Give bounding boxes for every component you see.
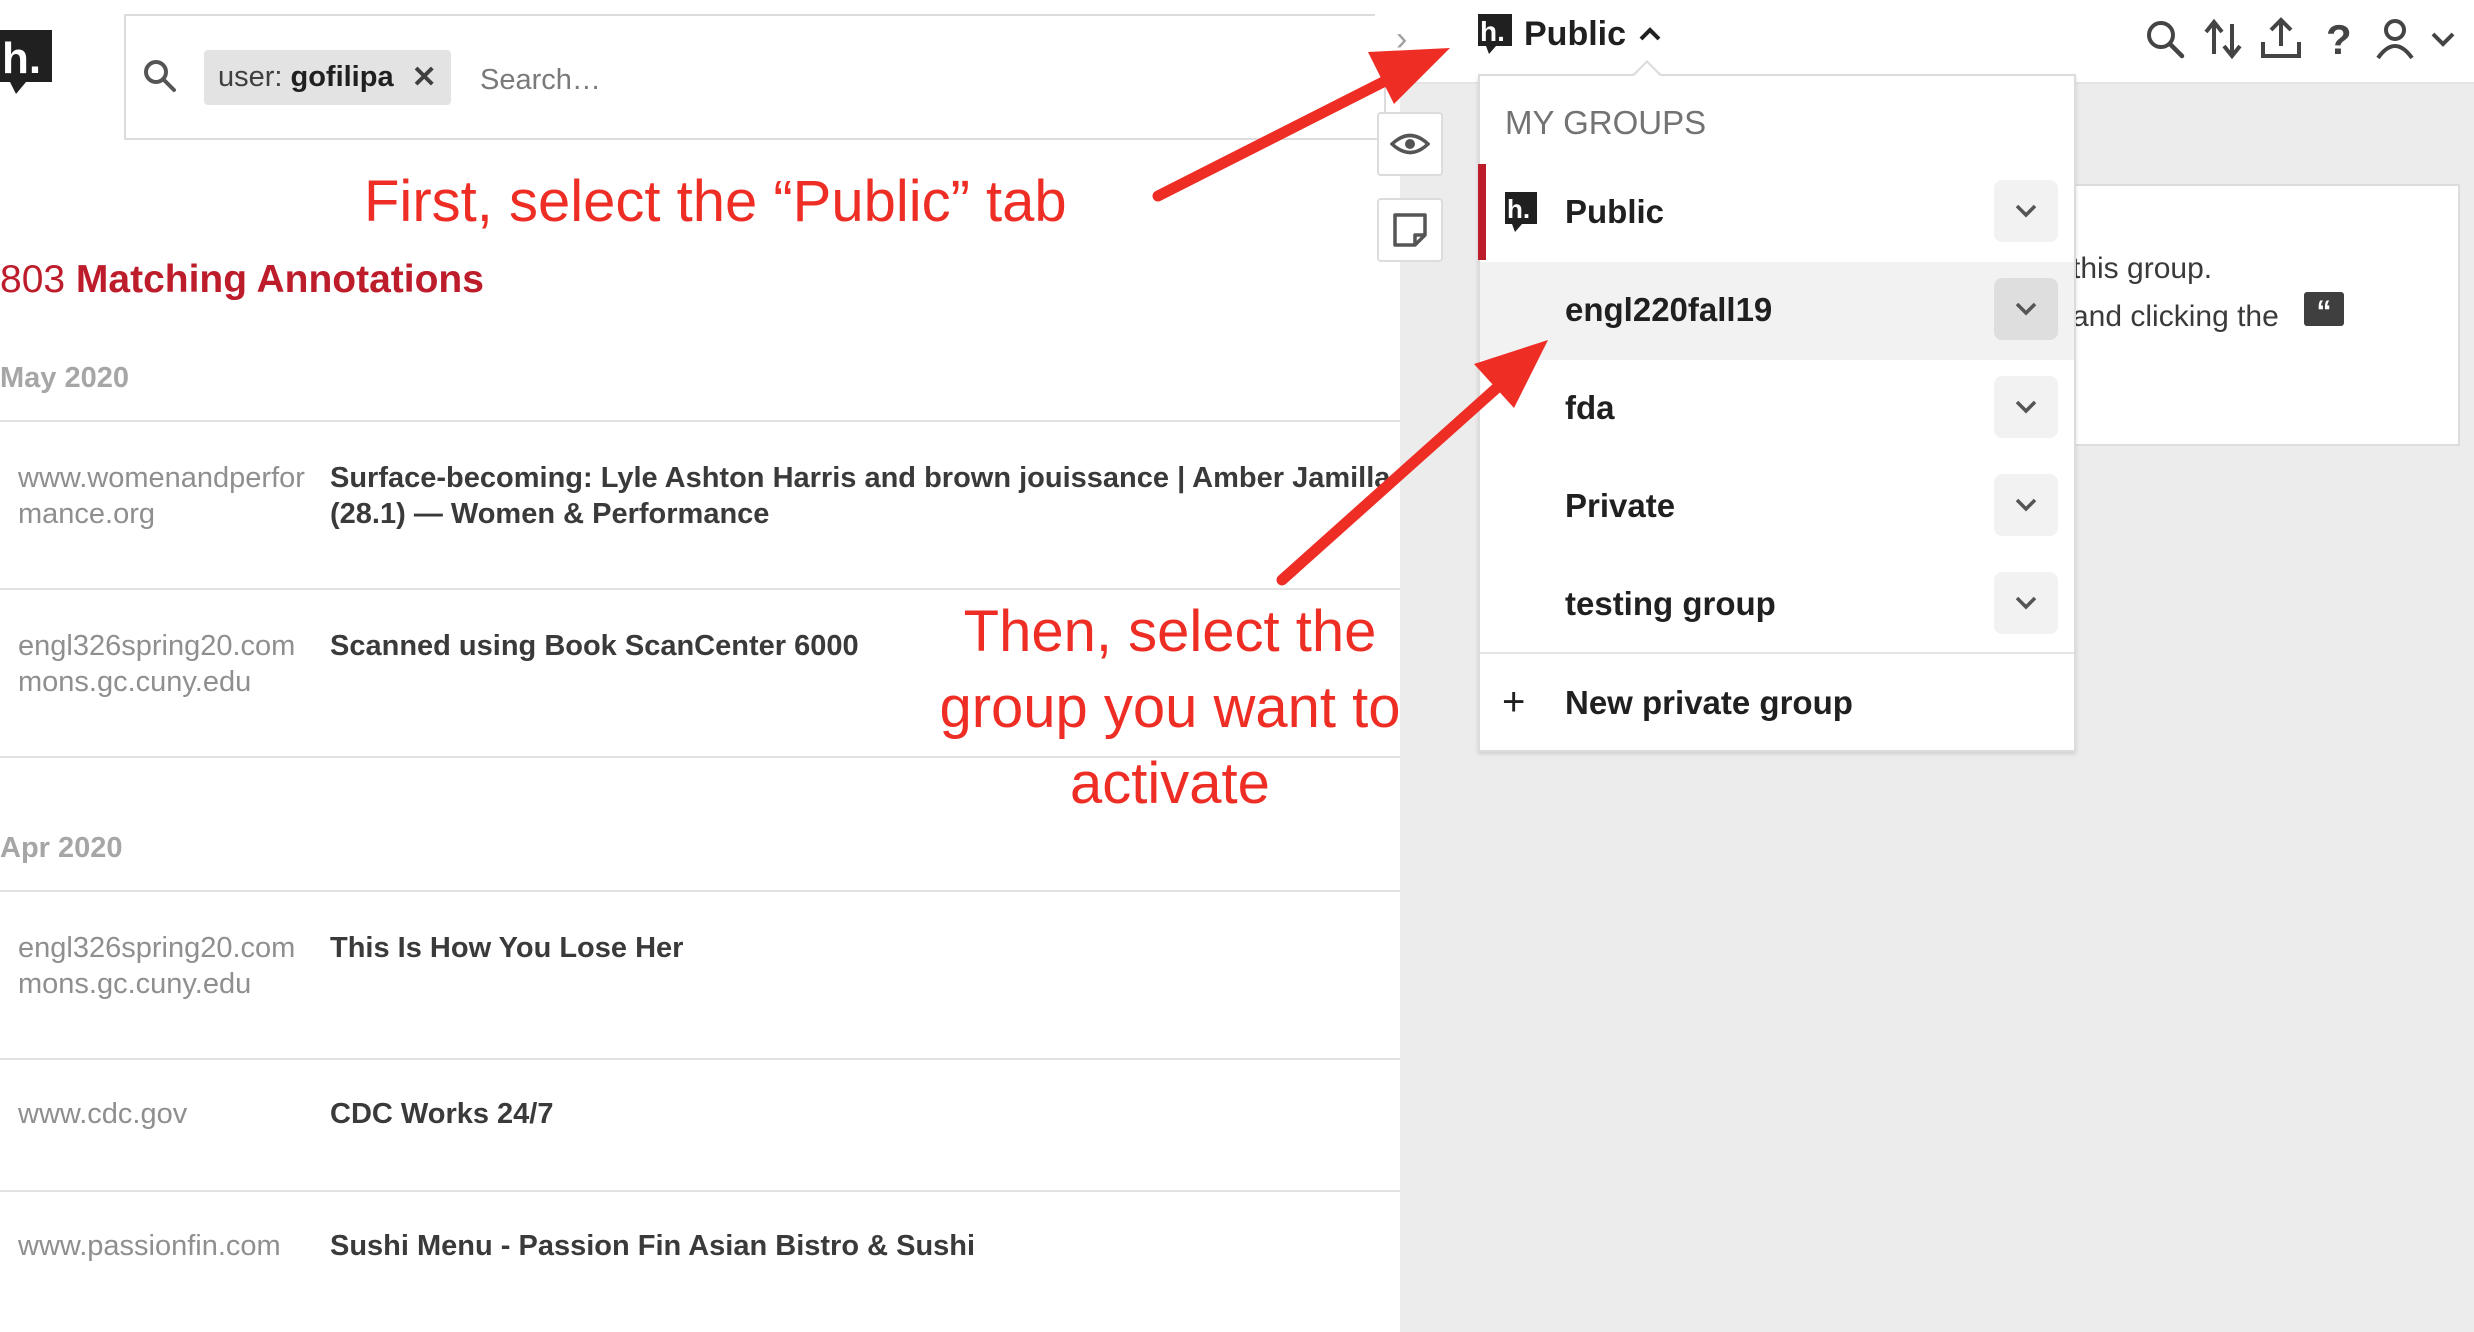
row-domain: www.womenandperformance.org [18, 462, 305, 530]
chevron-down-icon [2015, 204, 2037, 218]
note-icon [1393, 213, 1427, 247]
chevron-down-icon[interactable] [2426, 16, 2460, 62]
sort-icon[interactable] [2200, 16, 2246, 62]
groups-menu-button[interactable]: h. Public [1478, 14, 1664, 54]
card-text: and clicking the [2072, 300, 2279, 333]
hypothesis-logo: h. [0, 30, 52, 100]
hypothesis-group-icon: h. [1478, 14, 1512, 54]
row-domain: engl326spring20.commons.gc.cuny.edu [18, 932, 296, 1000]
row-domain: www.cdc.gov [18, 1098, 188, 1130]
chevron-right-icon[interactable]: › [1396, 20, 1407, 59]
group-label: engl220fall19 [1565, 291, 1773, 328]
row-domain: www.passionfin.com [18, 1230, 281, 1262]
chip-value: gofilipa [290, 61, 394, 93]
annotation-then-line: Then, select the [963, 599, 1377, 664]
chevron-down-icon [2015, 596, 2037, 610]
date-header: Apr 2020 [0, 832, 123, 864]
group-submenu-toggle[interactable] [1994, 180, 2058, 242]
svg-text:h.: h. [1507, 194, 1530, 224]
group-name: Public [1524, 14, 1627, 53]
row-title[interactable]: This Is How You Lose Her [330, 930, 1450, 966]
divider [0, 1058, 1455, 1060]
group-submenu-toggle[interactable] [1994, 376, 2058, 438]
date-header: May 2020 [0, 362, 129, 394]
divider [0, 588, 1455, 590]
row-domain: engl326spring20.commons.gc.cuny.edu [18, 630, 296, 698]
search-input[interactable] [478, 54, 1182, 106]
svg-text:?: ? [2326, 16, 2352, 62]
annotation-then-line: group you want to [939, 675, 1401, 740]
eye-icon [1390, 133, 1430, 155]
divider [0, 420, 1455, 422]
count-label: Matching Annotations [65, 258, 484, 301]
chip-prefix: user: [218, 61, 283, 93]
user-icon[interactable] [2372, 16, 2418, 62]
hypothesis-group-icon: h. [1505, 192, 1537, 237]
help-icon[interactable]: ? [2316, 16, 2362, 63]
search-icon[interactable] [2142, 16, 2188, 62]
search-icon[interactable] [140, 56, 180, 96]
plus-icon: + [1502, 680, 1526, 724]
group-label: fda [1565, 389, 1615, 426]
group-submenu-toggle[interactable] [1994, 474, 2058, 536]
svg-text:h.: h. [1480, 16, 1505, 47]
quote-icon: “ [2304, 292, 2344, 328]
chevron-down-icon [2015, 498, 2037, 512]
annotation-then: Then, select the group you want to activ… [900, 594, 1440, 822]
dropdown-heading: MY GROUPS [1505, 104, 1707, 141]
svg-text:h.: h. [2, 34, 41, 83]
row-title-cont[interactable]: (28.1) — Women & Performance [330, 496, 1450, 532]
chevron-down-icon [2015, 302, 2037, 316]
row-title[interactable]: CDC Works 24/7 [330, 1096, 1450, 1132]
annotation-then-line: activate [1070, 751, 1270, 816]
chevron-up-icon [1639, 27, 1661, 41]
count-number: 803 [0, 258, 66, 301]
results-count: 803 Matching Annotations [0, 258, 484, 302]
group-label: testing group [1565, 585, 1776, 622]
card-text: this group. [2072, 252, 2213, 285]
share-icon[interactable] [2258, 16, 2304, 62]
chevron-down-icon [2015, 400, 2037, 414]
annotation-first: First, select the “Public” tab [364, 169, 1067, 234]
divider [0, 890, 1455, 892]
group-label: Private [1565, 487, 1676, 524]
user-filter-chip: user: gofilipa ✕ [204, 50, 451, 105]
group-submenu-toggle[interactable] [1994, 572, 2058, 634]
row-title[interactable]: Sushi Menu - Passion Fin Asian Bistro & … [330, 1228, 1450, 1264]
new-private-group-link[interactable]: New private group [1565, 684, 1853, 722]
row-title[interactable]: Surface-becoming: Lyle Ashton Harris and… [330, 460, 1450, 496]
close-icon[interactable]: ✕ [412, 60, 437, 95]
group-label: Public [1565, 193, 1665, 230]
toggle-highlights-button[interactable] [1377, 112, 1443, 176]
new-page-note-button[interactable] [1377, 198, 1443, 262]
divider [0, 1190, 1455, 1192]
dropdown-divider [1480, 652, 2074, 654]
dropdown-caret-inner [1634, 63, 1660, 76]
group-submenu-toggle[interactable] [1994, 278, 2058, 340]
